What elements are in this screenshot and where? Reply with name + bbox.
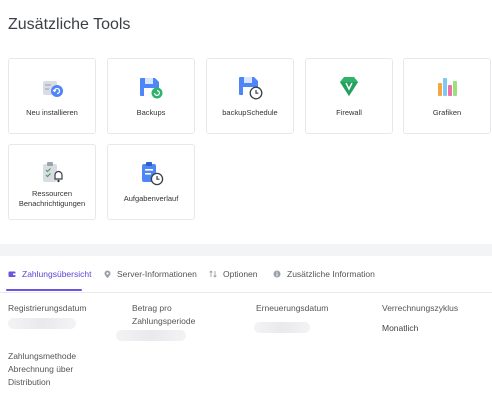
tool-tile-firewall[interactable]: Firewall: [305, 58, 393, 134]
tool-label: backupSchedule: [222, 108, 278, 117]
amount-label: Betrag pro Zahlungsperiode: [132, 303, 196, 326]
registration-date-value: [8, 318, 76, 329]
tab-bar: Zahlungsübersicht Server-Informationen O…: [0, 256, 492, 293]
tool-label: Aufgabenverlauf: [123, 194, 179, 203]
tool-label: Neu installieren: [26, 108, 78, 117]
tool-label: Ressourcen Benachrichtigungen: [18, 189, 86, 208]
wallet-icon: [8, 270, 16, 278]
renewal-date-value: [254, 322, 310, 333]
tab-additional-information[interactable]: Zusätzliche Information: [273, 256, 375, 292]
tool-tile-backups[interactable]: Backups: [107, 58, 195, 134]
payment-method-value: Abrechnung über Distribution: [8, 364, 74, 387]
amount-value: [116, 330, 186, 341]
info-icon: [273, 270, 281, 278]
tab-label: Optionen: [223, 269, 258, 279]
tab-payment-overview[interactable]: Zahlungsübersicht: [8, 256, 91, 292]
sort-arrows-icon: [209, 270, 217, 278]
tool-tile-graphs[interactable]: Grafiken: [403, 58, 491, 134]
backup-icon: [108, 73, 194, 101]
tab-server-information[interactable]: Server-Informationen: [104, 256, 197, 292]
task-history-icon: [108, 159, 194, 187]
billing-cycle-label: Verrechnungszyklus: [382, 303, 459, 313]
billing-cycle-value: Monatlich: [382, 323, 419, 333]
reinstall-icon: [9, 73, 95, 101]
tool-label: Firewall: [336, 108, 362, 117]
location-pin-icon: [104, 270, 111, 278]
registration-date-label: Registrierungsdatum: [8, 303, 87, 313]
section-divider: [0, 244, 492, 256]
backup-schedule-icon: [207, 73, 293, 101]
firewall-icon: [306, 73, 392, 101]
tab-label: Zusätzliche Information: [287, 269, 375, 279]
tool-tile-task-history[interactable]: Aufgabenverlauf: [107, 144, 195, 220]
resource-notification-icon: [9, 159, 95, 187]
tab-label: Server-Informationen: [117, 269, 197, 279]
tab-options[interactable]: Optionen: [209, 256, 258, 292]
tool-tile-reinstall[interactable]: Neu installieren: [8, 58, 96, 134]
tool-label: Grafiken: [432, 108, 462, 117]
renewal-date-label: Erneuerungsdatum: [256, 303, 329, 313]
tool-tile-backup-schedule[interactable]: backupSchedule: [206, 58, 294, 134]
tab-label: Zahlungsübersicht: [22, 269, 92, 279]
page-title: Zusätzliche Tools: [8, 16, 131, 33]
tool-label: Backups: [136, 108, 166, 117]
active-tab-indicator: [6, 289, 82, 291]
payment-method-label: Zahlungsmethode: [8, 351, 77, 361]
graphs-icon: [404, 73, 490, 101]
tool-tile-resource-notifications[interactable]: Ressourcen Benachrichtigungen: [8, 144, 96, 220]
